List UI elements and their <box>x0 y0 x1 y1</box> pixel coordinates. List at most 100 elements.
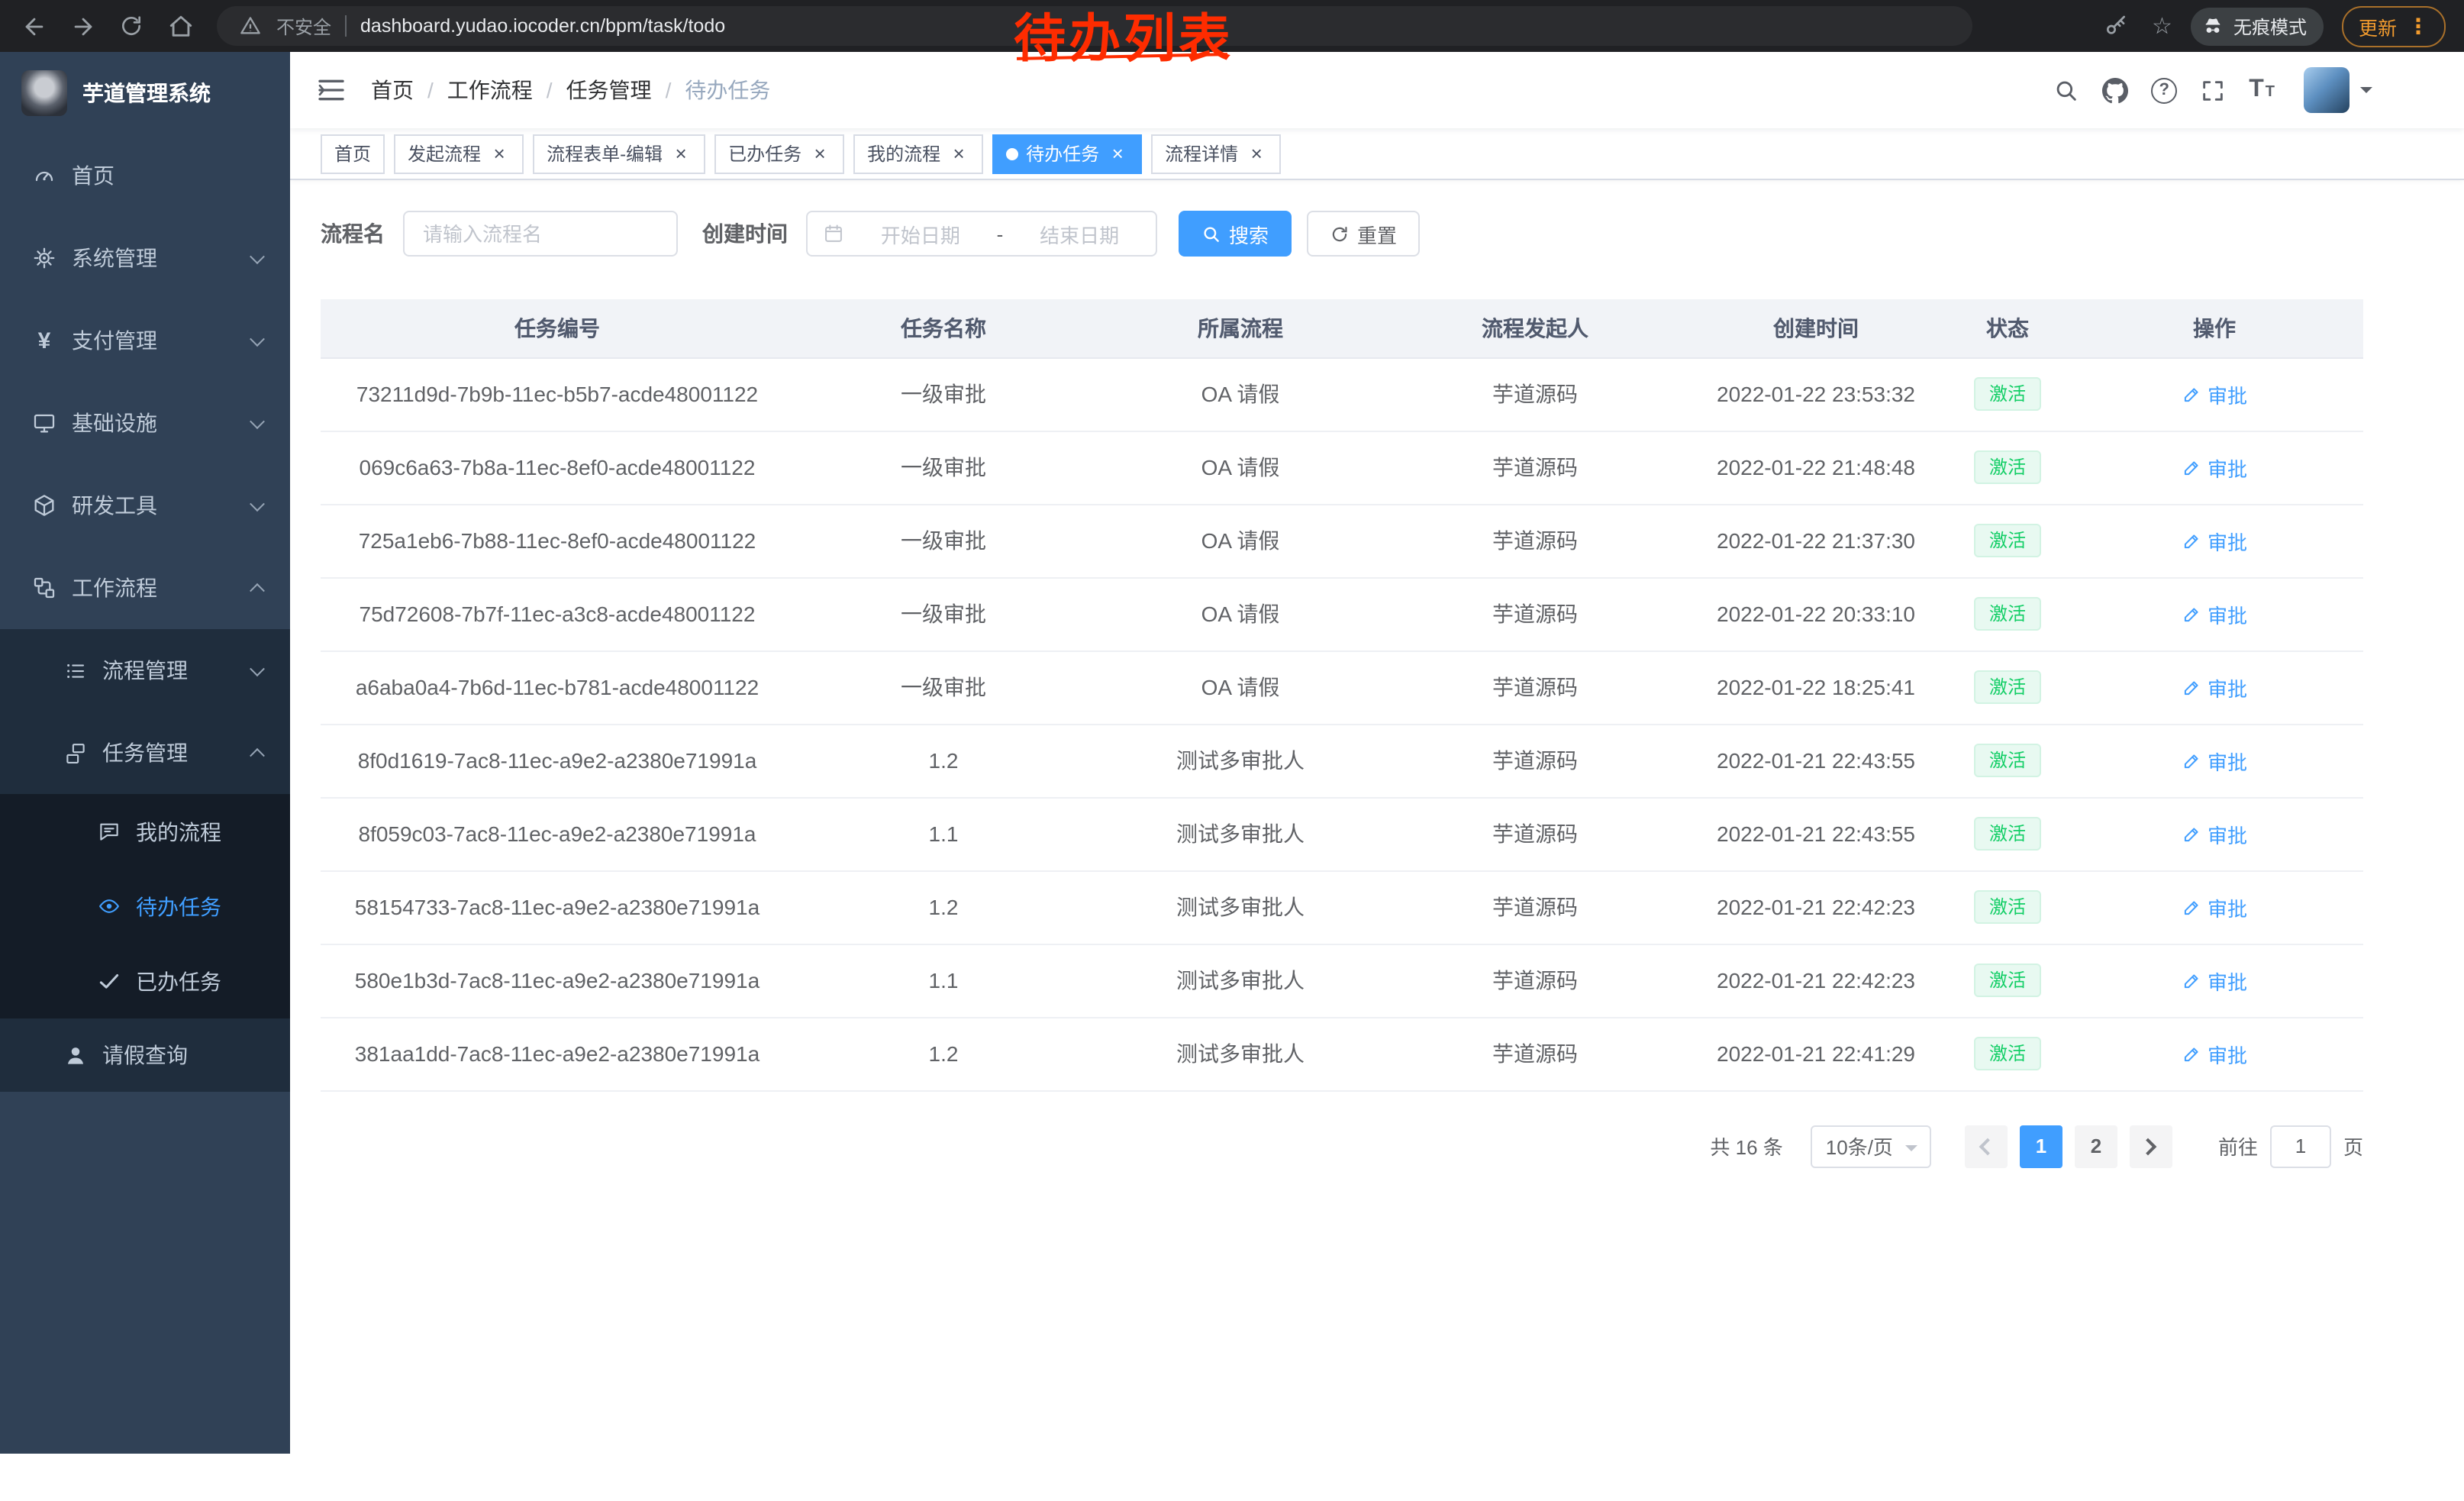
font-size-icon[interactable]: T T <box>2249 78 2275 102</box>
github-icon[interactable] <box>2102 77 2128 103</box>
sidebar-item-label: 待办任务 <box>136 891 221 922</box>
next-page-button[interactable] <box>2130 1125 2172 1167</box>
close-icon[interactable]: × <box>809 143 830 164</box>
back-icon[interactable] <box>15 8 52 44</box>
chevron-down-icon <box>250 413 265 428</box>
sidebar-item-workflow[interactable]: 工作流程 <box>0 547 290 629</box>
page-size-value: 10条/页 <box>1826 1131 1893 1160</box>
close-icon[interactable]: × <box>489 143 510 164</box>
process-name-input[interactable] <box>403 211 678 257</box>
fullscreen-icon[interactable] <box>2200 77 2226 103</box>
sidebar-item-dev-tools[interactable]: 研发工具 <box>0 464 290 547</box>
tab-start-process[interactable]: 发起流程 × <box>394 134 524 173</box>
approve-button[interactable]: 审批 <box>2182 453 2247 482</box>
prev-page-button[interactable] <box>1965 1125 2008 1167</box>
sidebar-item-label: 请假查询 <box>102 1040 188 1070</box>
breadcrumb-workflow[interactable]: 工作流程 <box>447 75 533 105</box>
approve-button[interactable]: 审批 <box>2182 379 2247 408</box>
table-row: a6aba0a4-7b6d-11ec-b781-acde48001122 一级审… <box>321 650 2363 724</box>
forward-icon[interactable] <box>64 8 101 44</box>
breadcrumb-home[interactable]: 首页 <box>371 75 414 105</box>
sidebar-item-task-mgmt[interactable]: 任务管理 <box>0 712 290 794</box>
approve-button[interactable]: 审批 <box>2182 526 2247 555</box>
approve-button[interactable]: 审批 <box>2182 893 2247 922</box>
approve-button[interactable]: 审批 <box>2182 746 2247 775</box>
avatar[interactable] <box>2304 67 2350 113</box>
app-logo[interactable]: 芋道管理系统 <box>0 52 290 134</box>
home-icon[interactable] <box>162 8 198 44</box>
sidebar-item-label: 已办任务 <box>136 966 221 996</box>
create-time-range-picker[interactable]: 开始日期 - 结束日期 <box>806 211 1157 257</box>
sidebar-toggle-button[interactable] <box>316 75 347 105</box>
tab-process-detail[interactable]: 流程详情 × <box>1151 134 1281 173</box>
goto-page-input[interactable] <box>2270 1125 2331 1167</box>
sidebar-item-infrastructure[interactable]: 基础设施 <box>0 382 290 464</box>
approve-button[interactable]: 审批 <box>2182 673 2247 702</box>
browser-menu-icon[interactable]: ⋮ <box>2408 13 2429 39</box>
cell-status: 激活 <box>1950 1017 2066 1090</box>
sidebar-item-home[interactable]: 首页 <box>0 134 290 217</box>
close-icon[interactable]: × <box>670 143 692 164</box>
chevron-left-icon <box>1980 1138 1998 1155</box>
page-1-button[interactable]: 1 <box>2020 1125 2062 1167</box>
screenshot-root: 不安全 dashboard.yudao.iocoder.cn/bpm/task/… <box>0 0 2464 1501</box>
tab-todo-tasks[interactable]: 待办任务 × <box>992 134 1142 173</box>
cell-action: 审批 <box>2066 724 2363 797</box>
cell-task-id: 73211d9d-7b9b-11ec-b5b7-acde48001122 <box>321 357 794 431</box>
bookmark-star-icon[interactable]: ☆ <box>2152 12 2172 40</box>
sidebar-item-system-mgmt[interactable]: 系统管理 <box>0 217 290 299</box>
tab-my-process[interactable]: 我的流程 × <box>853 134 983 173</box>
page-2-button[interactable]: 2 <box>2075 1125 2117 1167</box>
app-logo-image <box>21 70 67 116</box>
user-menu[interactable] <box>2304 67 2372 113</box>
page-size-select[interactable]: 10条/页 <box>1811 1125 1931 1167</box>
sidebar-item-payment-mgmt[interactable]: ¥ 支付管理 <box>0 299 290 382</box>
sidebar-item-my-process[interactable]: 我的流程 <box>0 794 290 869</box>
cell-action: 审批 <box>2066 357 2363 431</box>
close-icon[interactable]: × <box>1246 143 1267 164</box>
edit-icon <box>2182 384 2201 404</box>
search-icon[interactable] <box>2053 77 2079 103</box>
check-icon <box>95 970 122 993</box>
browser-update-button[interactable]: 更新 ⋮ <box>2342 5 2446 47</box>
cell-initiator: 芋道源码 <box>1388 431 1682 504</box>
list-icon <box>61 659 89 682</box>
tab-done-tasks[interactable]: 已办任务 × <box>714 134 844 173</box>
edit-icon <box>2182 604 2201 624</box>
chevron-right-icon <box>2140 1138 2158 1155</box>
approve-button[interactable]: 审批 <box>2182 966 2247 995</box>
user-icon <box>61 1044 89 1067</box>
breadcrumb-task-mgmt[interactable]: 任务管理 <box>566 75 652 105</box>
cell-initiator: 芋道源码 <box>1388 357 1682 431</box>
sidebar-item-label: 工作流程 <box>72 573 157 603</box>
sidebar-item-process-mgmt[interactable]: 流程管理 <box>0 629 290 712</box>
help-icon[interactable]: ? <box>2151 77 2177 103</box>
tab-home[interactable]: 首页 <box>321 134 385 173</box>
sidebar-item-leave-query[interactable]: 请假查询 <box>0 1018 290 1092</box>
security-label: 不安全 <box>276 13 331 39</box>
approve-button[interactable]: 审批 <box>2182 819 2247 848</box>
sidebar-item-todo-tasks[interactable]: 待办任务 <box>0 869 290 944</box>
status-badge: 激活 <box>1974 964 2041 998</box>
approve-button[interactable]: 审批 <box>2182 1039 2247 1068</box>
search-button[interactable]: 搜索 <box>1179 211 1292 257</box>
key-icon[interactable] <box>2097 8 2133 44</box>
approve-button[interactable]: 审批 <box>2182 599 2247 628</box>
table-row: 73211d9d-7b9b-11ec-b5b7-acde48001122 一级审… <box>321 357 2363 431</box>
cell-task-name: 1.1 <box>794 944 1093 1017</box>
chevron-down-icon <box>250 331 265 346</box>
cell-created: 2022-01-22 23:53:32 <box>1682 357 1950 431</box>
cell-process: OA 请假 <box>1093 577 1388 650</box>
reset-button[interactable]: 重置 <box>1307 211 1420 257</box>
process-name-label: 流程名 <box>321 218 385 249</box>
cell-initiator: 芋道源码 <box>1388 724 1682 797</box>
reload-icon[interactable] <box>113 8 150 44</box>
incognito-icon <box>2201 15 2224 37</box>
cell-status: 激活 <box>1950 431 2066 504</box>
tab-form-edit[interactable]: 流程表单-编辑 × <box>533 134 705 173</box>
sidebar-item-done-tasks[interactable]: 已办任务 <box>0 944 290 1018</box>
edit-icon <box>2182 750 2201 770</box>
close-icon[interactable]: × <box>948 143 969 164</box>
close-icon[interactable]: × <box>1107 143 1128 164</box>
cell-created: 2022-01-22 18:25:41 <box>1682 650 1950 724</box>
